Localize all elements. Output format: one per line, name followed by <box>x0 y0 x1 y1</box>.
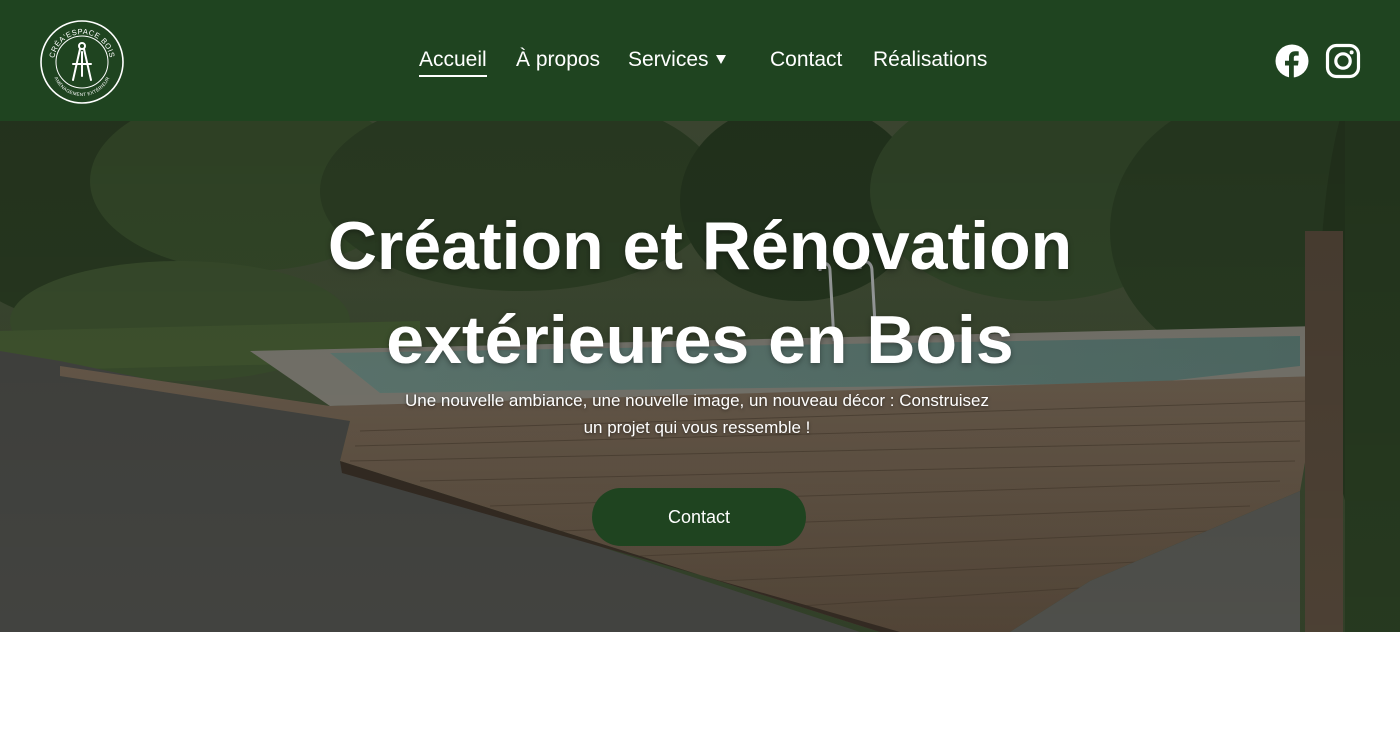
facebook-icon[interactable] <box>1274 43 1310 79</box>
hero-subtitle-line-2: un projet qui vous ressemble ! <box>583 418 811 437</box>
nav-item-services[interactable]: Services <box>628 48 709 72</box>
hero-title: Création et Rénovation extérieures en Bo… <box>200 199 1200 387</box>
hero-subtitle: Une nouvelle ambiance, une nouvelle imag… <box>395 387 999 441</box>
hero-title-line-1: Création et Rénovation <box>327 208 1073 284</box>
instagram-icon[interactable] <box>1325 43 1361 79</box>
nav-item-a-propos[interactable]: À propos <box>516 48 600 72</box>
site-header: CRÉA'ESPACE BOIS AMÉNAGEMENT EXTÉRIEUR A… <box>0 0 1400 121</box>
nav-item-contact[interactable]: Contact <box>770 48 842 72</box>
main-nav: Accueil À propos Services Contact Réalis… <box>0 0 1400 121</box>
nav-item-accueil[interactable]: Accueil <box>419 48 487 77</box>
hero-subtitle-line-1: Une nouvelle ambiance, une nouvelle imag… <box>404 391 990 410</box>
hero-title-line-2: extérieures en Bois <box>386 302 1014 378</box>
chevron-down-icon[interactable] <box>716 55 726 64</box>
hero-section: Création et Rénovation extérieures en Bo… <box>0 121 1400 632</box>
contact-button[interactable]: Contact <box>592 488 806 546</box>
nav-item-realisations[interactable]: Réalisations <box>873 48 987 72</box>
